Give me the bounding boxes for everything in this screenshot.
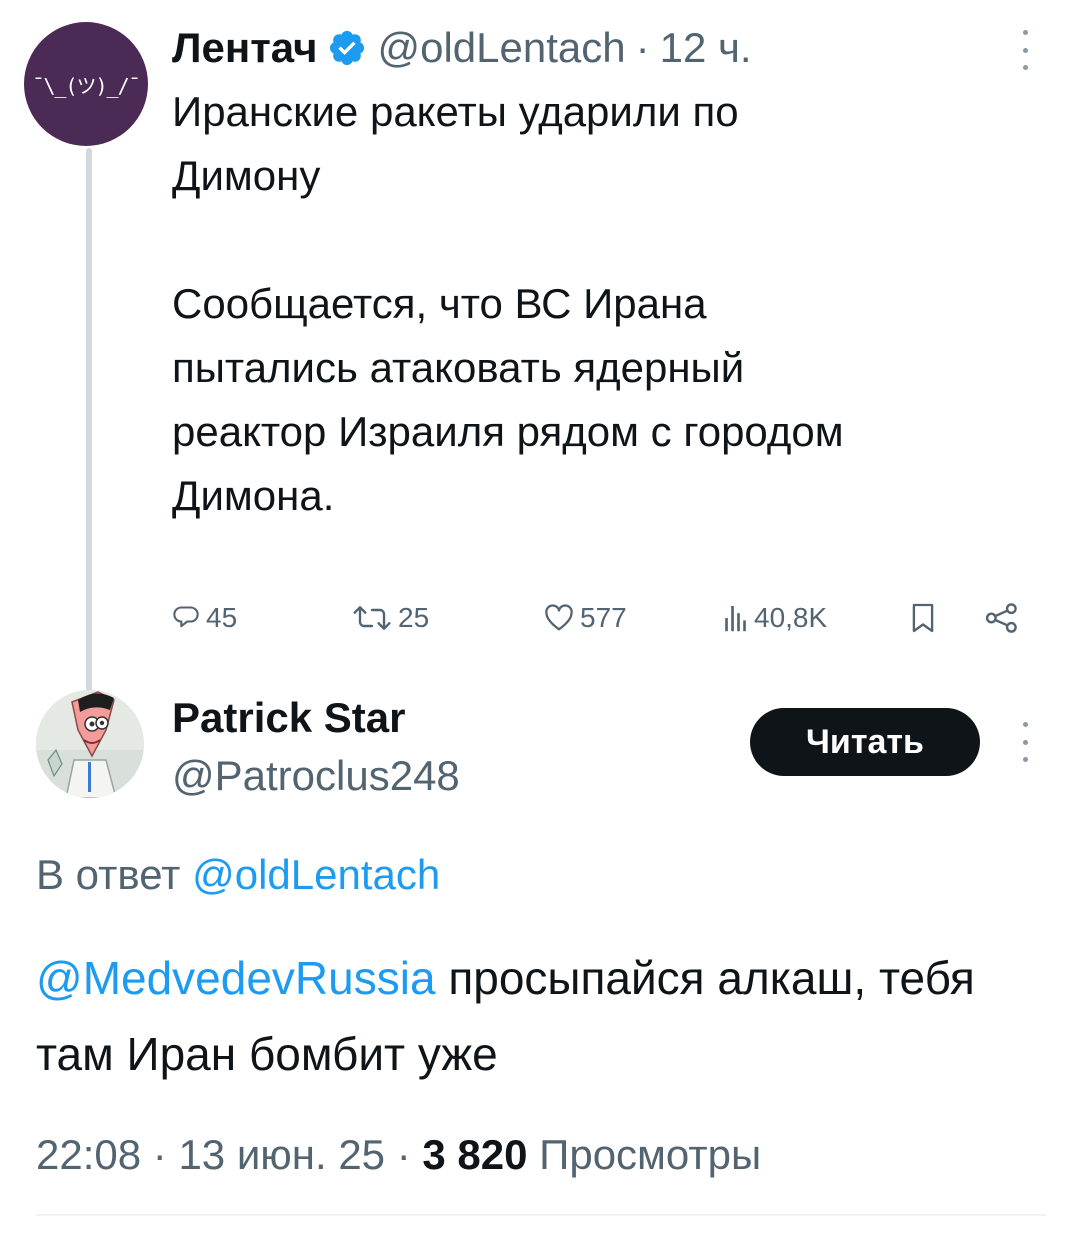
more-vertical-icon[interactable] xyxy=(1020,30,1030,70)
avatar-shrug-text: ¯\_(ツ)_/¯ xyxy=(32,73,140,98)
reply-text: @MedvedevRussia просыпайся алкаш, тебя т… xyxy=(36,940,1046,1092)
repost-button[interactable]: 25 xyxy=(352,592,429,644)
bookmark-icon xyxy=(912,603,934,633)
bottom-divider xyxy=(36,1214,1046,1216)
bookmark-button[interactable] xyxy=(910,592,942,644)
reply-to-handle-link[interactable]: @oldLentach xyxy=(192,851,440,898)
reply-views-label[interactable]: Просмотры xyxy=(539,1131,761,1178)
views-count: 40,8K xyxy=(754,602,828,633)
reply-icon xyxy=(173,606,199,628)
more-vertical-icon[interactable] xyxy=(1020,722,1030,762)
reply-to-line: В ответ @oldLentach xyxy=(36,845,440,905)
views-chart-icon xyxy=(725,606,746,632)
tweet-actions-bar: 45 25 577 40,8K xyxy=(172,592,1032,644)
reply-meta: 22:08 · 13 июн. 25 · 3 820 Просмотры xyxy=(36,1131,762,1178)
patrick-star-avatar-image xyxy=(36,690,144,798)
views-button[interactable]: 40,8K xyxy=(724,592,827,644)
reply-time[interactable]: 22:08 xyxy=(36,1131,141,1178)
author-handle[interactable]: @oldLentach xyxy=(377,24,625,72)
reply-author-name[interactable]: Patrick Star xyxy=(172,690,405,746)
repost-count: 25 xyxy=(398,602,430,633)
tweet-time-ago[interactable]: 12 ч. xyxy=(660,24,752,72)
share-icon xyxy=(985,603,1017,633)
like-button[interactable]: 577 xyxy=(544,592,627,644)
share-button[interactable] xyxy=(984,592,1026,644)
reply-button[interactable]: 45 xyxy=(172,592,237,644)
verified-badge-icon xyxy=(330,30,365,66)
author-name[interactable]: Лентач xyxy=(172,24,317,72)
reply-views-count: 3 820 xyxy=(422,1131,528,1178)
repost-icon xyxy=(353,606,391,630)
reply-to-prefix: В ответ xyxy=(36,851,181,898)
reply-date[interactable]: 13 июн. 25 xyxy=(178,1131,385,1178)
tweet-text: Иранские ракеты ударили по Димону Сообща… xyxy=(172,88,844,519)
header-separator: · xyxy=(635,24,650,71)
avatar-lentach[interactable]: ¯\_(ツ)_/¯ xyxy=(24,22,148,146)
tweet-header: Лентач @oldLentach · 12 ч. xyxy=(172,18,752,78)
reply-count: 45 xyxy=(206,602,238,633)
heart-icon xyxy=(545,604,573,631)
like-count: 577 xyxy=(580,602,627,633)
thread-connector-line xyxy=(86,148,92,693)
reply-author-handle[interactable]: @Patroclus248 xyxy=(172,748,460,804)
avatar-patrick-star[interactable] xyxy=(36,690,144,798)
mention-link[interactable]: @MedvedevRussia xyxy=(36,952,436,1004)
follow-button[interactable]: Читать xyxy=(750,708,980,776)
